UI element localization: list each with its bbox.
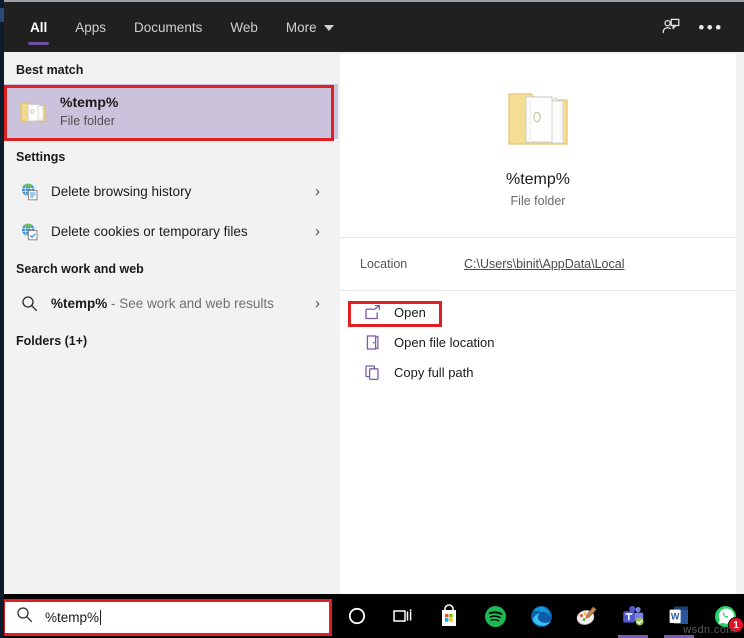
tab-more-label: More [286, 20, 317, 35]
tab-all[interactable]: All [16, 1, 61, 53]
best-match-result-row[interactable]: %temp% File folder [4, 84, 338, 139]
chevron-down-icon [324, 25, 334, 31]
screen-left-edge [0, 0, 4, 638]
web-search-result-row[interactable]: %temp% - See work and web results › [4, 283, 338, 323]
tab-apps[interactable]: Apps [61, 1, 120, 53]
web-search-label: %temp% - See work and web results [42, 296, 274, 311]
taskbar-item-microsoft-store[interactable] [426, 594, 472, 638]
header-actions: ••• [654, 10, 744, 44]
web-search-suffix: - See work and web results [107, 296, 274, 311]
location-value-link[interactable]: C:\Users\binit\AppData\Local [464, 257, 625, 271]
search-results-panel: Best match %temp% File folder Settings [4, 52, 338, 594]
cortana-icon [347, 606, 367, 626]
person-feedback-icon [661, 17, 681, 37]
taskbar-item-cortana[interactable] [334, 594, 380, 638]
setting-item-label: Delete cookies or temporary files [42, 224, 248, 239]
tab-all-label: All [30, 20, 47, 35]
taskbar-item-paint[interactable] [564, 594, 610, 638]
tab-documents-label: Documents [134, 20, 202, 35]
folders-header: Folders (1+) [4, 323, 338, 355]
taskbar-item-task-view[interactable] [380, 594, 426, 638]
ellipsis-icon: ••• [698, 19, 723, 36]
more-options-button[interactable]: ••• [694, 10, 728, 44]
copy-icon [360, 364, 384, 381]
task-view-icon [392, 606, 414, 626]
chevron-right-icon: › [315, 224, 326, 239]
internet-options-icon [16, 182, 42, 201]
feedback-button[interactable] [654, 10, 688, 44]
web-search-header: Search work and web [4, 251, 338, 283]
search-input[interactable]: %temp% [33, 610, 101, 625]
internet-options-icon [16, 222, 42, 241]
chevron-right-icon: › [315, 296, 326, 311]
preview-title: %temp% [506, 171, 570, 189]
search-icon [16, 295, 42, 312]
microsoft-teams-icon [621, 605, 645, 627]
chevron-right-icon: › [315, 184, 326, 199]
open-external-icon [360, 304, 384, 321]
setting-item-delete-cookies[interactable]: Delete cookies or temporary files › [4, 211, 338, 251]
folder-icon [16, 99, 50, 125]
preview-panel: %temp% File folder Location C:\Users\bin… [340, 54, 736, 594]
best-match-header: Best match [4, 52, 338, 84]
action-open-label: Open [384, 305, 426, 320]
tab-more[interactable]: More [272, 1, 348, 53]
open-folder-icon [360, 334, 384, 351]
setting-item-delete-browsing-history[interactable]: Delete browsing history › [4, 171, 338, 211]
taskbar-search-box[interactable]: %temp% [4, 599, 330, 635]
action-open-file-location-label: Open file location [384, 335, 494, 350]
taskbar-item-microsoft-teams[interactable] [610, 594, 656, 638]
settings-header: Settings [4, 139, 338, 171]
tab-web-label: Web [230, 20, 258, 35]
microsoft-word-icon: W [668, 604, 690, 628]
taskbar-item-microsoft-word[interactable]: W [656, 594, 702, 638]
tab-web[interactable]: Web [216, 1, 272, 53]
location-row: Location C:\Users\binit\AppData\Local [340, 238, 736, 291]
text-cursor [100, 610, 101, 625]
best-match-subtitle: File folder [60, 112, 118, 130]
action-open-file-location[interactable]: Open file location [340, 327, 736, 357]
folder-open-icon [503, 84, 573, 157]
search-header: All Apps Documents Web More [0, 0, 744, 52]
best-match-text: %temp% File folder [50, 93, 118, 130]
svg-text:W: W [671, 611, 680, 621]
tab-documents[interactable]: Documents [120, 1, 216, 53]
windows-search-overlay: All Apps Documents Web More [0, 0, 744, 638]
action-copy-full-path[interactable]: Copy full path [340, 357, 736, 387]
tab-apps-label: Apps [75, 20, 106, 35]
setting-item-label: Delete browsing history [42, 184, 191, 199]
search-tab-bar: All Apps Documents Web More [0, 1, 348, 53]
spotify-icon [484, 605, 507, 628]
microsoft-edge-icon [530, 605, 553, 628]
taskbar-item-spotify[interactable] [472, 594, 518, 638]
action-copy-full-path-label: Copy full path [384, 365, 474, 380]
preview-actions: Open Open file location [340, 291, 736, 387]
microsoft-store-icon [438, 604, 460, 628]
taskbar-item-whatsapp[interactable]: 1 [702, 594, 744, 638]
whatsapp-badge: 1 [728, 617, 744, 633]
taskbar-item-microsoft-edge[interactable] [518, 594, 564, 638]
action-open[interactable]: Open [340, 297, 736, 327]
search-input-value: %temp% [45, 610, 99, 625]
best-match-title: %temp% [60, 93, 118, 112]
web-search-query: %temp% [51, 296, 107, 311]
preview-subtitle: File folder [511, 194, 566, 208]
location-label: Location [360, 257, 464, 271]
screen-left-edge-accent [0, 8, 4, 22]
preview-hero: %temp% File folder [340, 54, 736, 238]
search-icon [16, 606, 33, 628]
paint-icon [575, 604, 599, 628]
taskbar-icons: W 1 [334, 594, 744, 638]
